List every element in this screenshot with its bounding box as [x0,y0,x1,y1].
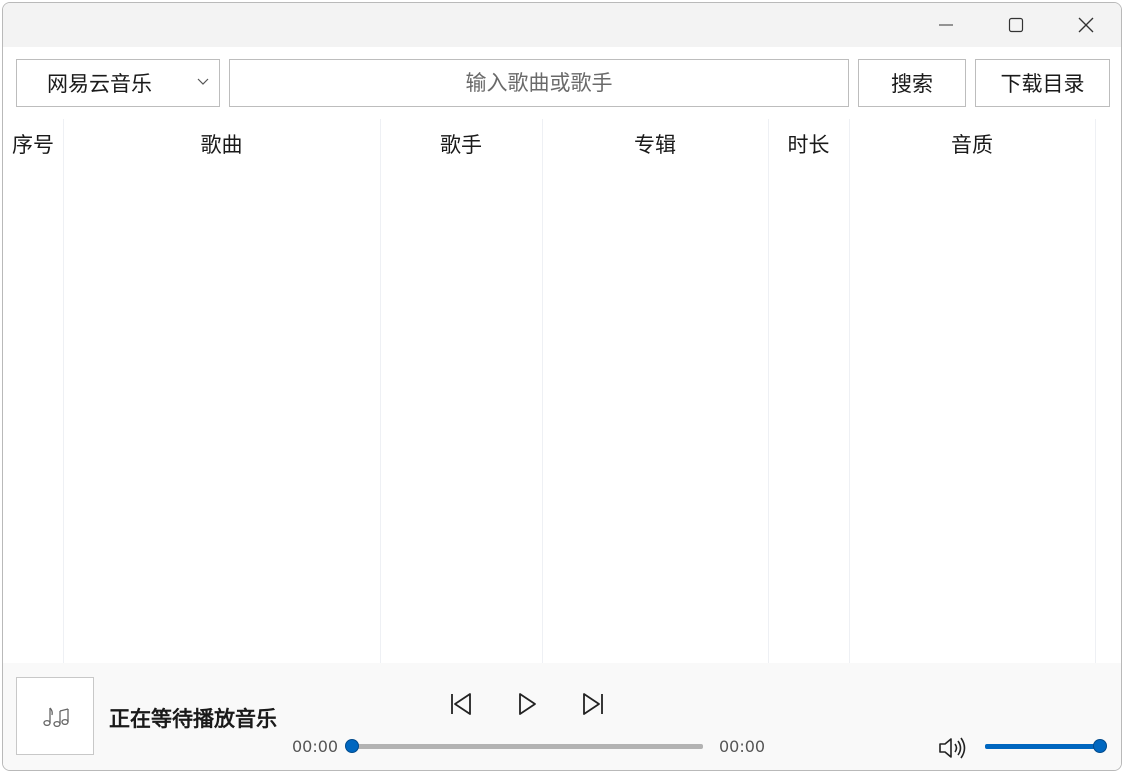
next-button[interactable] [578,689,608,719]
chevron-down-icon [197,78,209,85]
title-bar[interactable] [3,3,1121,47]
column-divider [380,119,381,663]
music-note-icon [43,707,69,728]
close-button[interactable] [1063,3,1109,47]
toolbar: 网易云音乐 搜索 下载目录 [3,47,1121,119]
progress-slider-thumb[interactable] [345,739,359,753]
music-source-select[interactable]: 网易云音乐 [16,59,220,107]
speaker-volume-icon [939,737,966,759]
column-header-song[interactable]: 歌曲 [63,119,380,169]
minimize-button[interactable] [923,3,969,47]
total-time: 00:00 [719,737,766,756]
previous-button[interactable] [446,689,476,719]
music-source-selected: 网易云音乐 [47,72,152,96]
column-header-index[interactable]: 序号 [3,119,63,169]
column-header-quality[interactable]: 音质 [849,119,1095,169]
search-input[interactable] [229,59,849,107]
maximize-button[interactable] [993,3,1039,47]
search-button[interactable]: 搜索 [858,59,966,107]
download-directory-button[interactable]: 下载目录 [975,59,1110,107]
play-button[interactable] [512,689,542,719]
close-icon [1078,17,1094,33]
volume-button[interactable] [937,735,969,761]
skip-next-icon [583,693,603,715]
column-header-album[interactable]: 专辑 [542,119,768,169]
column-header-duration[interactable]: 时长 [768,119,849,169]
player-bar: 正在等待播放音乐 00:00 00:00 [3,663,1121,770]
now-playing-status: 正在等待播放音乐 [109,707,277,731]
song-table[interactable]: 序号 歌曲 歌手 专辑 时长 音质 [3,119,1121,663]
play-icon [519,693,536,715]
column-divider [1095,119,1096,663]
app-window: 网易云音乐 搜索 下载目录 序号 歌曲 歌手 专辑 时长 音质 [2,2,1122,771]
volume-track[interactable] [985,744,1100,749]
album-cover [16,677,94,755]
column-divider [849,119,850,663]
column-divider [768,119,769,663]
column-header-artist[interactable]: 歌手 [380,119,542,169]
volume-slider-thumb[interactable] [1093,739,1107,753]
progress-track[interactable] [353,744,703,749]
maximize-icon [1008,17,1024,33]
minimize-icon [939,24,953,26]
current-time: 00:00 [292,737,339,756]
skip-previous-icon [451,693,471,715]
column-divider [63,119,64,663]
column-divider [542,119,543,663]
